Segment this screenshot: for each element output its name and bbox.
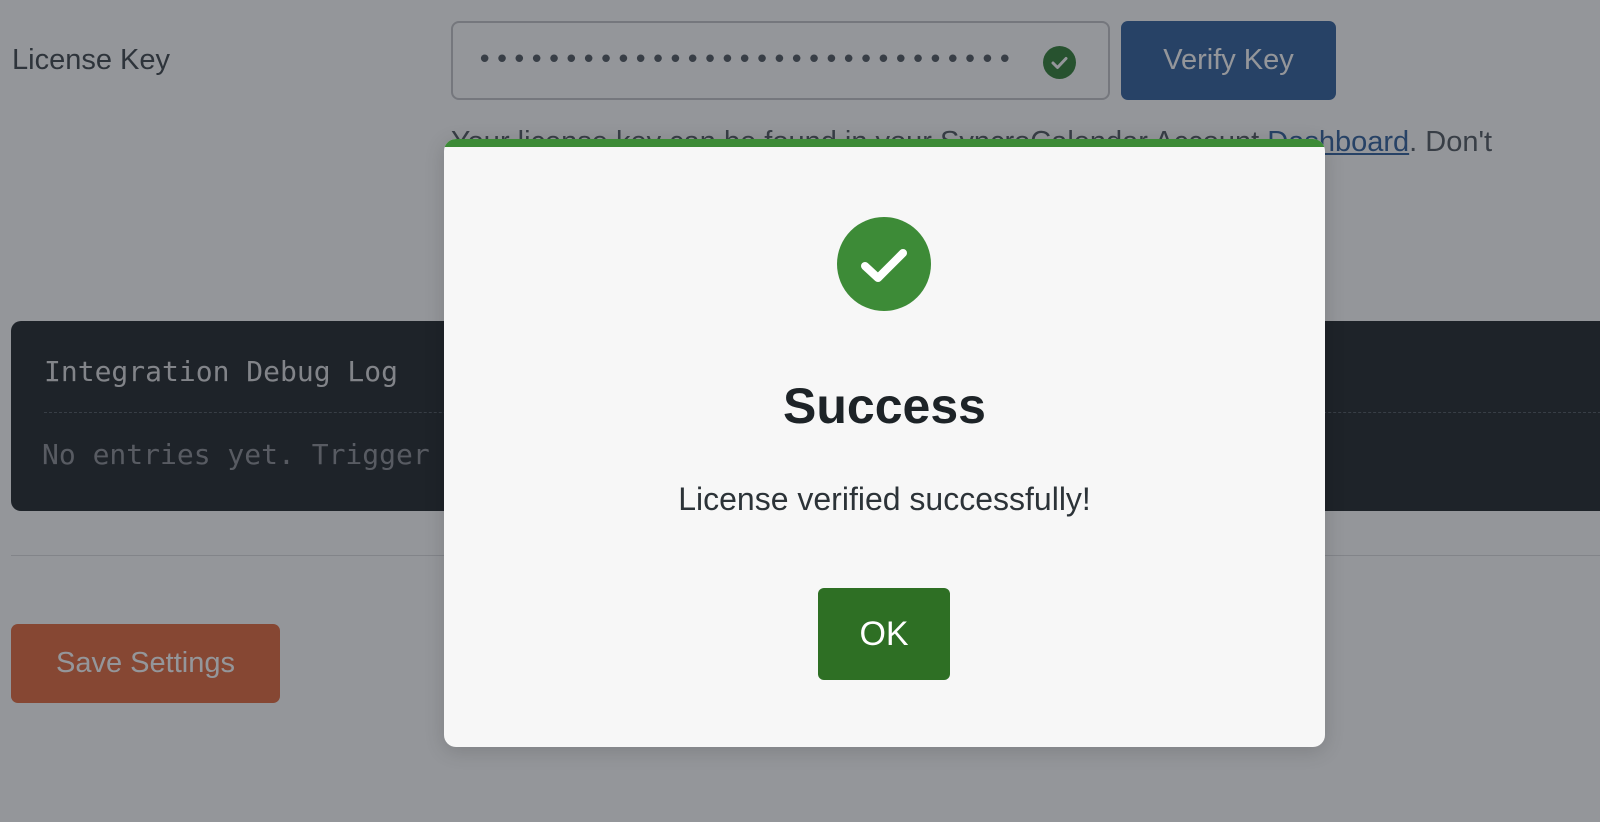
ok-button[interactable]: OK: [818, 588, 950, 680]
dialog-message: License verified successfully!: [678, 481, 1091, 517]
dialog-accent-bar: [444, 139, 1325, 147]
dialog-title: Success: [783, 378, 986, 434]
check-circle-icon: [837, 217, 931, 311]
success-dialog: Success License verified successfully! O…: [444, 139, 1325, 747]
settings-page: License Key ••••••••••••••••••••••••••••…: [0, 0, 1600, 822]
